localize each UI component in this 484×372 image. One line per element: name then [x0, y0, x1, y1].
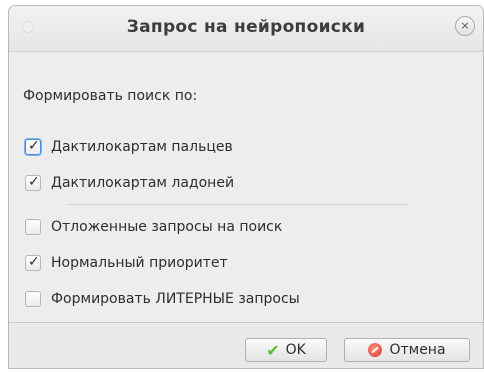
- checkbox[interactable]: [25, 291, 41, 307]
- dialog-title: Запрос на нейропоиски: [126, 17, 366, 37]
- ok-button[interactable]: ✔ OK: [245, 338, 327, 362]
- cancel-button[interactable]: Отмена: [344, 338, 470, 362]
- checkmark-icon: ✓: [28, 254, 40, 270]
- checkbox[interactable]: [25, 219, 41, 235]
- check-icon: ✔: [266, 340, 280, 360]
- checkmark-icon: ✓: [28, 174, 40, 190]
- button-bar: ✔ OK Отмена: [9, 323, 483, 368]
- checkbox[interactable]: ✓: [25, 174, 41, 191]
- option-label: Формировать ЛИТЕРНЫЕ запросы: [51, 291, 300, 307]
- option-deferred-requests[interactable]: Отложенные запросы на поиск: [25, 216, 282, 238]
- option-label: Отложенные запросы на поиск: [51, 219, 283, 235]
- cancel-label: Отмена: [389, 342, 446, 358]
- title-bar: Запрос на нейропоиски ×: [9, 6, 483, 52]
- checkbox[interactable]: ✓: [25, 254, 41, 271]
- checkmark-icon: ✓: [28, 138, 40, 154]
- option-finger-cards[interactable]: ✓ Дактилокартам пальцев: [25, 136, 233, 158]
- option-label: Нормальный приоритет: [51, 255, 228, 271]
- option-palm-cards[interactable]: ✓ Дактилокартам ладоней: [25, 172, 234, 194]
- checkbox[interactable]: ✓: [25, 138, 41, 155]
- dialog-window: Запрос на нейропоиски × Формировать поис…: [8, 5, 484, 369]
- option-label: Дактилокартам ладоней: [51, 175, 235, 191]
- option-normal-priority[interactable]: ✓ Нормальный приоритет: [25, 252, 228, 274]
- separator: [67, 204, 409, 205]
- option-literal-requests[interactable]: Формировать ЛИТЕРНЫЕ запросы: [25, 288, 300, 310]
- cancel-icon: [368, 343, 383, 357]
- section-label: Формировать поиск по:: [23, 88, 198, 104]
- dialog-content: Формировать поиск по: ✓ Дактилокартам па…: [9, 52, 483, 322]
- option-label: Дактилокартам пальцев: [51, 139, 233, 155]
- ok-label: OK: [285, 342, 306, 358]
- close-icon[interactable]: ×: [455, 16, 475, 36]
